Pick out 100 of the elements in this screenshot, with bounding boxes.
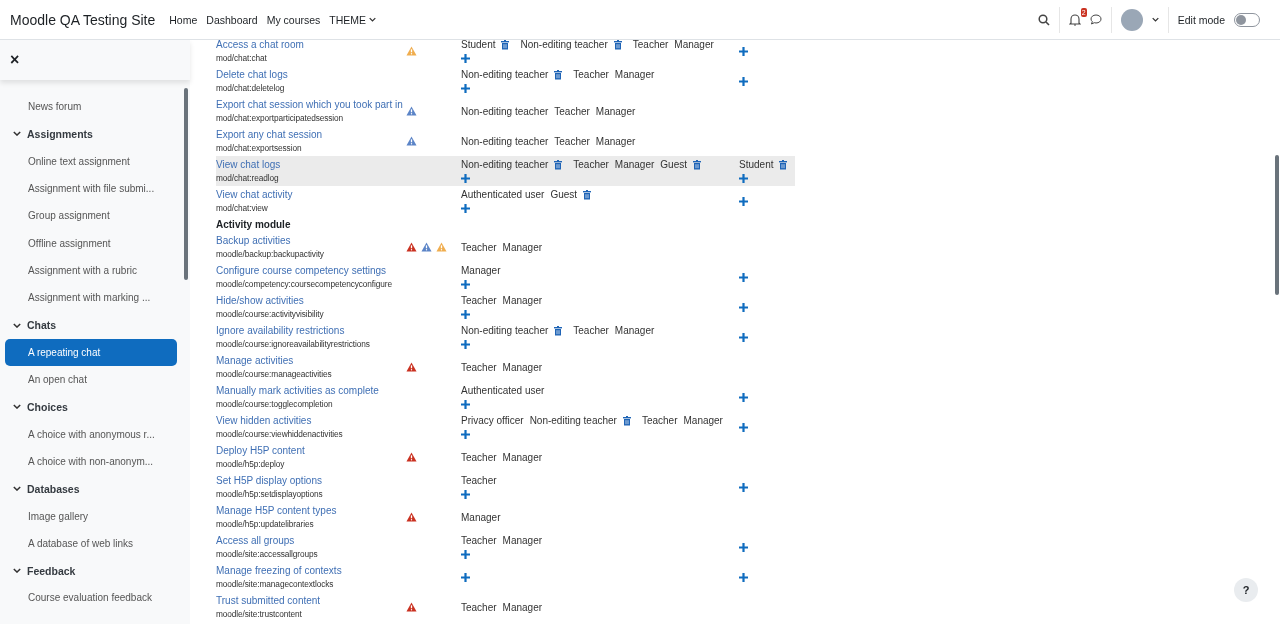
capability-link[interactable]: Access all groups — [216, 534, 406, 548]
activity-link[interactable]: News forum — [5, 93, 177, 121]
capability-id: moodle/site:trustcontent — [216, 608, 303, 620]
role-name: Guest — [660, 159, 687, 170]
search-icon[interactable] — [1037, 13, 1050, 26]
plus-icon[interactable] — [739, 542, 748, 552]
capability-link[interactable]: Export chat session which you took part in — [216, 98, 406, 112]
chat-bubble-icon[interactable] — [1089, 14, 1102, 25]
activity-link[interactable]: Image gallery — [5, 502, 177, 530]
plus-icon[interactable] — [739, 572, 748, 582]
plus-icon[interactable] — [461, 280, 470, 289]
site-name[interactable]: Moodle QA Testing Site — [10, 11, 156, 28]
plus-icon[interactable] — [461, 54, 470, 63]
plus-icon[interactable] — [461, 204, 470, 213]
plus-icon[interactable] — [461, 84, 470, 93]
trash-icon[interactable] — [622, 415, 631, 426]
capability-id: moodle/site:accessallgroups — [216, 548, 319, 560]
trash-icon[interactable] — [554, 325, 563, 336]
nav-link[interactable]: Home — [169, 13, 198, 26]
group-heading: Activity module — [216, 217, 292, 232]
caret-icon — [369, 17, 377, 22]
capability-link[interactable]: Manage activities — [216, 354, 406, 368]
trash-icon[interactable] — [583, 189, 592, 200]
section-title[interactable]: Choices — [27, 400, 68, 413]
nav-link[interactable]: My courses — [266, 13, 321, 26]
scrollbar[interactable] — [1275, 155, 1279, 295]
chevron-icon[interactable] — [13, 568, 21, 574]
capability-id: moodle/h5p:setdisplayoptions — [216, 488, 324, 500]
nav-link[interactable]: THEME — [329, 13, 377, 26]
chevron-icon[interactable] — [13, 486, 21, 492]
chevron-icon[interactable] — [13, 404, 21, 410]
plus-icon[interactable] — [739, 302, 748, 312]
caret-icon[interactable] — [1151, 17, 1159, 22]
plus-icon[interactable] — [739, 76, 748, 86]
trash-icon[interactable] — [779, 159, 788, 170]
plus-icon[interactable] — [739, 46, 748, 56]
activity-link[interactable]: A database of web links — [5, 529, 177, 558]
trash-icon[interactable] — [554, 159, 563, 170]
capability-link[interactable]: View hidden activities — [216, 414, 406, 428]
capability-link[interactable]: Access a chat room — [216, 38, 406, 52]
close-button[interactable]: × — [6, 51, 24, 69]
plus-icon[interactable] — [739, 196, 748, 206]
plus-icon[interactable] — [739, 392, 748, 402]
capability-link[interactable]: Configure course competency settings — [216, 264, 406, 278]
plus-icon[interactable] — [739, 422, 748, 432]
activity-link[interactable]: A repeating chat — [5, 338, 177, 366]
capability-link[interactable]: Delete chat logs — [216, 68, 406, 82]
activity-link[interactable]: Course evaluation feedback — [5, 584, 177, 612]
plus-icon[interactable] — [739, 174, 748, 183]
trash-icon[interactable] — [613, 39, 622, 50]
capability-link[interactable]: Manually mark activities as complete — [216, 384, 406, 398]
scrollbar[interactable] — [184, 88, 188, 280]
capability-link[interactable]: Export any chat session — [216, 128, 406, 142]
section-title[interactable]: Databases — [27, 482, 80, 495]
trash-icon[interactable] — [554, 69, 563, 80]
plus-icon[interactable] — [461, 550, 470, 559]
activity-link[interactable]: Assignment with file submi... — [5, 174, 177, 203]
activity-link[interactable]: Online text assignment — [5, 147, 177, 175]
section-title[interactable]: Chats — [27, 319, 57, 331]
plus-icon[interactable] — [461, 400, 470, 409]
plus-icon[interactable] — [461, 310, 470, 319]
role-name: Teacher — [461, 241, 497, 253]
capability-link[interactable]: Backup activities — [216, 234, 406, 248]
capability-link[interactable]: Trust submitted content — [216, 594, 406, 608]
nav-link[interactable]: Dashboard — [206, 13, 258, 26]
trash-icon[interactable] — [693, 159, 701, 170]
capability-id: moodle/course:activityvisibility — [216, 308, 325, 320]
bell-icon[interactable] — [1068, 13, 1081, 26]
activity-link[interactable]: Group assignment — [5, 202, 177, 230]
plus-icon[interactable] — [461, 340, 470, 349]
capability-link[interactable]: Set H5P display options — [216, 474, 406, 488]
activity-link[interactable]: A choice with non-anonym... — [5, 447, 177, 476]
capability-link[interactable]: Ignore availability restrictions — [216, 324, 406, 338]
help-button[interactable]: ? — [1234, 578, 1258, 602]
role-name: Teacher — [461, 451, 497, 463]
capability-link[interactable]: Hide/show activities — [216, 294, 406, 308]
activity-link[interactable]: Offline assignment — [5, 229, 177, 257]
activity-link[interactable]: An open chat — [5, 365, 177, 394]
capability-link[interactable]: Deploy H5P content — [216, 444, 406, 458]
activity-link[interactable]: A choice with anonymous r... — [5, 420, 177, 448]
capability-link[interactable]: Manage H5P content types — [216, 504, 406, 518]
plus-icon[interactable] — [739, 272, 748, 282]
plus-icon[interactable] — [461, 174, 470, 183]
chevron-icon[interactable] — [13, 322, 21, 328]
plus-icon[interactable] — [461, 572, 470, 582]
chevron-icon[interactable] — [13, 131, 21, 137]
activity-link[interactable]: Assignment with a rubric — [5, 256, 177, 285]
section-title[interactable]: Assignments — [27, 127, 93, 140]
plus-icon[interactable] — [461, 430, 470, 439]
role-name: Non-editing teacher — [461, 135, 549, 147]
plus-icon[interactable] — [739, 332, 748, 342]
capability-link[interactable]: View chat logs — [216, 158, 406, 172]
section-title[interactable]: Feedback — [27, 564, 76, 577]
capability-id: mod/chat:view — [216, 202, 269, 214]
capability-link[interactable]: View chat activity — [216, 188, 406, 202]
activity-link[interactable]: Assignment with marking ... — [5, 284, 177, 312]
capability-link[interactable]: Manage freezing of contexts — [216, 564, 406, 578]
plus-icon[interactable] — [461, 490, 470, 499]
plus-icon[interactable] — [739, 482, 748, 492]
trash-icon[interactable] — [501, 39, 510, 50]
